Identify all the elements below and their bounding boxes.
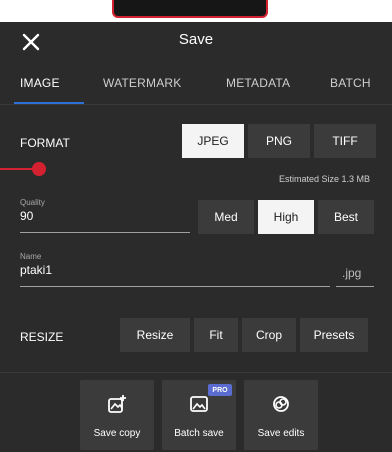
quality-med-button[interactable]: Med	[198, 200, 254, 234]
quality-best-button[interactable]: Best	[318, 200, 374, 234]
format-tiff-button[interactable]: TIFF	[314, 124, 376, 158]
quality-underline	[20, 232, 190, 233]
save-copy-label: Save copy	[93, 428, 141, 439]
name-underline	[20, 286, 330, 287]
tab-image[interactable]: IMAGE	[20, 76, 60, 90]
marker-dot	[32, 162, 46, 176]
marker-line	[0, 168, 34, 170]
shapes-icon	[273, 396, 289, 412]
extension-underline	[336, 286, 374, 287]
file-extension: .jpg	[342, 266, 362, 280]
quality-label: Quality	[20, 198, 45, 207]
dialog-title: Save	[178, 31, 214, 48]
format-jpeg-button[interactable]: JPEG	[182, 124, 244, 158]
save-copy-button[interactable]: Save copy	[80, 380, 154, 450]
active-tab-indicator	[14, 102, 84, 104]
top-strip	[0, 0, 392, 22]
top-highlight-pill	[112, 0, 268, 18]
crop-button[interactable]: Crop	[242, 318, 296, 352]
tab-watermark[interactable]: WATERMARK	[103, 76, 181, 90]
image-icon	[190, 396, 208, 412]
presets-button[interactable]: Presets	[300, 318, 368, 352]
name-label: Name	[20, 252, 42, 261]
resize-button[interactable]: Resize	[120, 318, 190, 352]
image-add-icon	[108, 395, 126, 413]
resize-segment: Resize Fit Crop Presets	[120, 318, 368, 352]
resize-label: RESIZE	[20, 330, 64, 344]
tab-metadata[interactable]: METADATA	[226, 76, 290, 90]
tab-bar: IMAGE WATERMARK METADATA BATCH	[0, 64, 392, 105]
quality-preset-segment: Med High Best	[198, 200, 374, 234]
dialog-header: Save	[0, 22, 392, 62]
format-segment: JPEG PNG TIFF	[182, 124, 376, 158]
name-field[interactable]: Name ptaki1	[20, 252, 52, 277]
quality-value[interactable]: 90	[20, 209, 45, 223]
quality-high-button[interactable]: High	[258, 200, 314, 234]
save-edits-label: Save edits	[257, 428, 305, 439]
name-value[interactable]: ptaki1	[20, 263, 52, 277]
fit-button[interactable]: Fit	[194, 318, 238, 352]
tab-batch[interactable]: BATCH	[330, 76, 371, 90]
footer-divider	[0, 372, 392, 373]
format-label: FORMAT	[20, 136, 70, 150]
batch-save-label: Batch save	[174, 428, 224, 439]
estimated-size: Estimated Size 1.3 MB	[278, 174, 370, 184]
save-edits-button[interactable]: Save edits	[244, 380, 318, 450]
format-png-button[interactable]: PNG	[248, 124, 310, 158]
pro-badge: PRO	[208, 384, 232, 396]
quality-field[interactable]: Quality 90	[20, 198, 45, 223]
